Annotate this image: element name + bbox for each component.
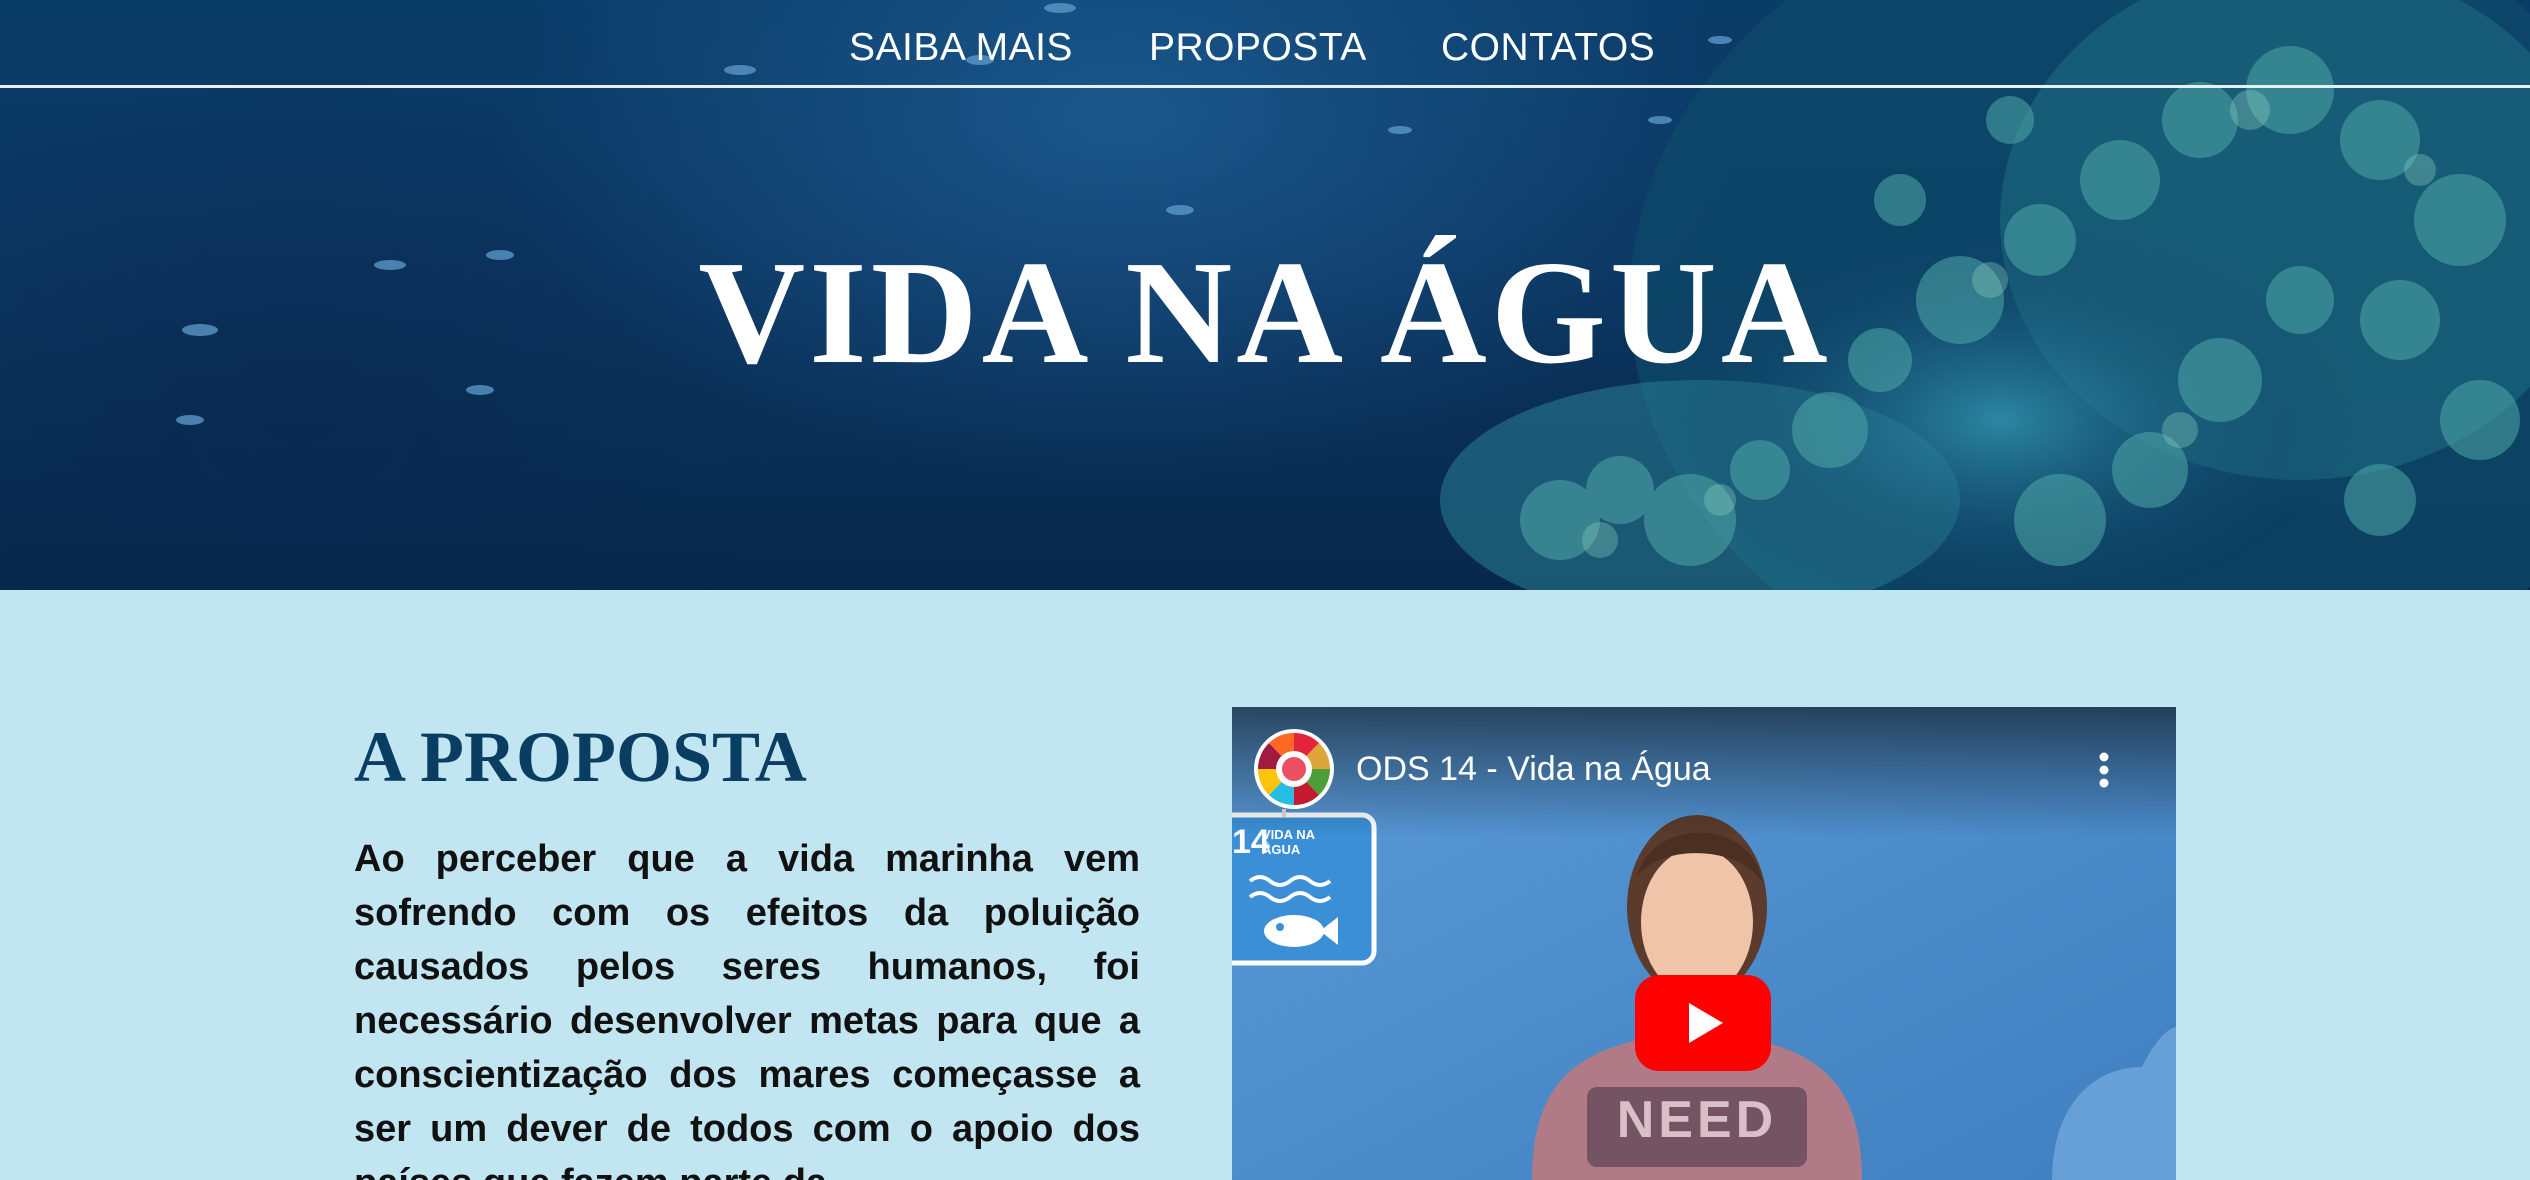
youtube-video-embed[interactable]: 14 VIDA NA ÁGUA NEED <box>1232 707 2176 1180</box>
nav-link-contatos[interactable]: CONTATOS <box>1441 24 1655 72</box>
nav-link-saiba-mais[interactable]: SAIBA MAIS <box>849 24 1073 72</box>
more-vertical-icon[interactable] <box>2092 745 2116 795</box>
nav-link-proposta[interactable]: PROPOSTA <box>1149 24 1367 72</box>
hero-banner: SAIBA MAIS PROPOSTA CONTATOS VIDA NA ÁGU… <box>0 0 2530 590</box>
channel-avatar[interactable] <box>1254 729 1334 809</box>
play-icon[interactable] <box>1635 975 1771 1071</box>
shirt-print: NEED <box>1617 1091 1777 1149</box>
proposal-paragraph: Ao perceber que a vida marinha vem sofre… <box>354 838 1140 1180</box>
sdg-sign-line2: ÁGUA <box>1262 842 1301 857</box>
shirt-text: NEED <box>1617 1091 1777 1149</box>
video-title[interactable]: ODS 14 - Vida na Água <box>1356 747 1711 791</box>
ods-logo-icon <box>1256 731 1332 807</box>
hero-title: VIDA NA ÁGUA <box>698 231 1832 395</box>
top-navigation: SAIBA MAIS PROPOSTA CONTATOS <box>0 0 2530 88</box>
section-heading: A PROPOSTA <box>354 717 807 797</box>
